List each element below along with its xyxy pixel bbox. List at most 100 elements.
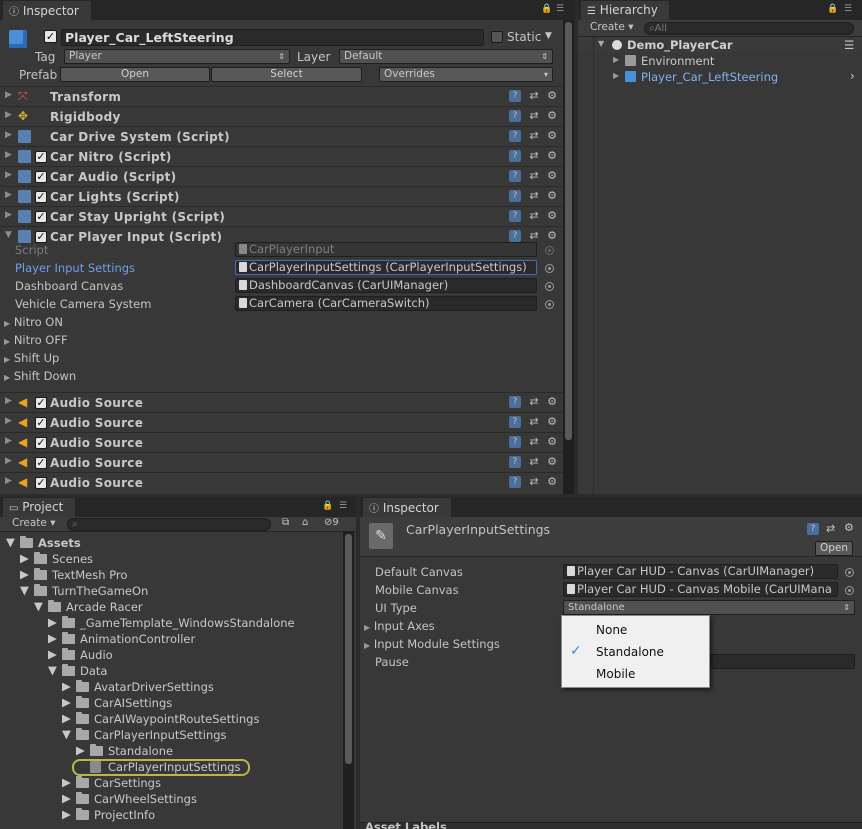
foldout-arrow-icon[interactable]: ▶ [5, 130, 12, 140]
gear-icon[interactable]: ⚙ [546, 190, 558, 202]
object-picker-icon[interactable] [845, 568, 854, 577]
project-folder-item[interactable]: ▶ Standalone [0, 743, 340, 759]
foldout-arrow-icon[interactable]: ▼ [48, 663, 57, 677]
component-enabled-checkbox[interactable]: ✓ [35, 211, 47, 223]
component-enabled-checkbox[interactable]: ✓ [35, 171, 47, 183]
search-by-type-icon[interactable]: ⧉ [282, 517, 289, 528]
lock-icon[interactable]: 🔒 [541, 4, 552, 14]
object-picker-icon[interactable] [545, 282, 554, 291]
hierarchy-item-environment[interactable]: ▶ Environment [578, 53, 862, 69]
component-enabled-checkbox[interactable]: ✓ [35, 191, 47, 203]
project-folder-item[interactable]: ▶ CarWheelSettings [0, 791, 340, 807]
help-icon[interactable]: ? [509, 190, 521, 202]
help-icon[interactable]: ? [509, 150, 521, 162]
presets-icon[interactable]: ⇄ [528, 150, 540, 162]
active-checkbox[interactable]: ✓ [44, 30, 57, 43]
project-folder-item[interactable]: ▼ Arcade Racer [0, 599, 340, 615]
foldout-arrow-icon[interactable]: ▼ [6, 535, 15, 549]
help-icon[interactable]: ? [509, 416, 521, 428]
help-icon[interactable]: ? [509, 230, 521, 242]
event-shift-down[interactable]: ▶ Shift Down [4, 369, 76, 383]
project-folder-item[interactable]: ▶ ProjectInfo [0, 807, 340, 823]
input-module-foldout[interactable]: ▶ Input Module Settings [364, 637, 500, 651]
foldout-arrow-icon[interactable]: ▶ [5, 110, 12, 120]
presets-icon[interactable]: ⇄ [528, 210, 540, 222]
component-car-lights[interactable]: ▶ ✓ Car Lights (Script) ? ⇄ ⚙ [0, 186, 564, 206]
component-enabled-checkbox[interactable]: ✓ [35, 437, 47, 449]
component-enabled-checkbox[interactable]: ✓ [35, 151, 47, 163]
foldout-arrow-icon[interactable]: ▶ [48, 647, 57, 661]
project-folder-item[interactable]: ▶ AnimationController [0, 631, 340, 647]
component-car-drive-system[interactable]: ▶ Car Drive System (Script) ? ⇄ ⚙ [0, 126, 564, 146]
help-icon[interactable]: ? [509, 456, 521, 468]
input-axes-foldout[interactable]: ▶ Input Axes [364, 619, 435, 633]
foldout-arrow-icon[interactable]: ▶ [5, 456, 12, 466]
menu-icon[interactable]: ☰ [339, 501, 347, 511]
option-mobile[interactable]: Mobile [562, 664, 709, 684]
presets-icon[interactable]: ⇄ [528, 476, 540, 488]
project-folder-item[interactable]: ▶ _GameTemplate_WindowsStandalone [0, 615, 340, 631]
component-enabled-checkbox[interactable]: ✓ [35, 457, 47, 469]
layer-dropdown[interactable]: Default ⇕ [339, 49, 553, 64]
project-folder-item[interactable]: ▶ CarSettings [0, 775, 340, 791]
help-icon[interactable]: ? [509, 110, 521, 122]
project-folder-item[interactable]: ▼ Assets [0, 535, 340, 551]
help-icon[interactable]: ? [509, 396, 521, 408]
foldout-arrow-icon[interactable]: ▶ [62, 679, 71, 693]
project-folder-item[interactable]: ▼ Data [0, 663, 340, 679]
foldout-arrow-icon[interactable]: ▶ [5, 436, 12, 446]
help-icon[interactable]: ? [509, 476, 521, 488]
project-folder-item[interactable]: ▼ TurnTheGameOn [0, 583, 340, 599]
gear-icon[interactable]: ⚙ [546, 396, 558, 408]
presets-icon[interactable]: ⇄ [528, 436, 540, 448]
foldout-arrow-icon[interactable]: ▶ [62, 711, 71, 725]
project-create-button[interactable]: Create ▾ [12, 517, 56, 529]
foldout-arrow-icon[interactable]: ▶ [62, 695, 71, 709]
selected-asset-row[interactable] [72, 759, 250, 776]
event-nitro-on[interactable]: ▶ Nitro ON [4, 315, 63, 329]
presets-icon[interactable]: ⇄ [528, 130, 540, 142]
mobile-canvas-field[interactable]: Player Car HUD - Canvas Mobile (CarUIMan… [563, 582, 838, 597]
object-picker-icon[interactable] [545, 264, 554, 273]
presets-icon[interactable]: ⇄ [528, 456, 540, 468]
pause-field[interactable] [710, 654, 855, 669]
foldout-arrow-icon[interactable]: ▶ [62, 791, 71, 805]
gear-icon[interactable]: ⚙ [546, 416, 558, 428]
scrollbar-thumb[interactable] [345, 534, 352, 764]
foldout-arrow-icon[interactable]: ▶ [5, 170, 12, 180]
project-folder-item[interactable]: ▼ CarPlayerInputSettings [0, 727, 340, 743]
help-icon[interactable]: ? [509, 436, 521, 448]
asset-open-button[interactable]: Open [815, 541, 853, 556]
component-audio-source[interactable]: ▶ ◀ ✓ Audio Source ? ⇄ ⚙ [0, 412, 564, 432]
help-icon[interactable]: ? [509, 130, 521, 142]
lock-icon[interactable]: 🔒 [827, 4, 838, 14]
gear-icon[interactable]: ⚙ [546, 150, 558, 162]
default-canvas-field[interactable]: Player Car HUD - Canvas (CarUIManager) [563, 564, 838, 579]
foldout-arrow-icon[interactable]: ▶ [5, 476, 12, 486]
hierarchy-item-player-car[interactable]: ▶ Player_Car_LeftSteering › [578, 69, 862, 85]
help-icon[interactable]: ? [509, 170, 521, 182]
menu-icon[interactable]: ☰ [556, 4, 564, 14]
search-by-label-icon[interactable]: ⌂ [302, 517, 308, 528]
project-folder-item[interactable]: ▶ Audio [0, 647, 340, 663]
prefab-open-button[interactable]: Open [60, 67, 210, 82]
hierarchy-search-input[interactable]: ⌕All [644, 22, 854, 35]
foldout-arrow-icon[interactable]: ▶ [5, 210, 12, 220]
foldout-arrow-icon[interactable]: ▶ [5, 190, 12, 200]
foldout-arrow-icon[interactable]: ▶ [613, 55, 619, 64]
static-checkbox[interactable] [491, 31, 503, 43]
hierarchy-create-button[interactable]: Create ▾ [590, 21, 634, 33]
scene-row[interactable]: ▼ Demo_PlayerCar ☰ [578, 37, 862, 53]
component-audio-source[interactable]: ▶ ◀ ✓ Audio Source ? ⇄ ⚙ [0, 432, 564, 452]
project-folder-item[interactable]: ▶ CarAIWaypointRouteSettings [0, 711, 340, 727]
foldout-arrow-icon[interactable]: ▼ [34, 599, 43, 613]
presets-icon[interactable]: ⇄ [528, 90, 540, 102]
inspector-tab[interactable]: ⓘ Inspector [3, 1, 91, 20]
presets-icon[interactable]: ⇄ [528, 416, 540, 428]
open-prefab-arrow-icon[interactable]: › [850, 69, 855, 83]
object-picker-icon[interactable] [845, 586, 854, 595]
menu-icon[interactable]: ☰ [844, 4, 852, 14]
option-none[interactable]: None [562, 620, 709, 640]
lock-icon[interactable]: 🔒 [322, 501, 333, 511]
dashboard-canvas-field[interactable]: DashboardCanvas (CarUIManager) [235, 278, 537, 293]
